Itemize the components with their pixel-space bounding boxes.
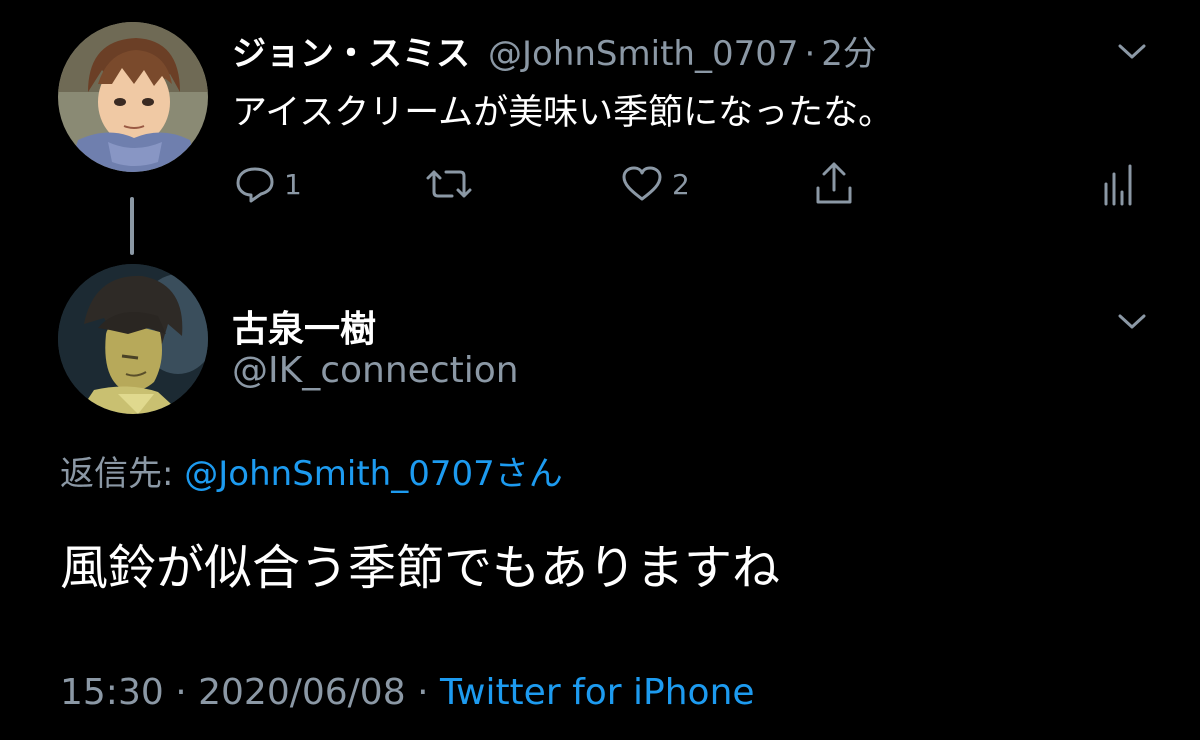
reply-button[interactable]: 1 <box>234 164 302 204</box>
parent-time-ago[interactable]: 2分 <box>821 26 877 75</box>
tweet-date: 2020/06/08 <box>198 672 406 713</box>
avatar-image <box>58 22 208 172</box>
parent-tweet-text: アイスクリームが美味い季節になったな。 <box>232 93 894 133</box>
separator-dot: · <box>804 34 816 74</box>
like-button[interactable]: 2 <box>620 164 690 204</box>
more-options-chevron-icon[interactable] <box>1114 310 1150 334</box>
thread-connector-line <box>130 197 134 255</box>
avatar-image <box>58 264 208 414</box>
more-options-chevron-icon[interactable] <box>1114 40 1150 64</box>
retweet-icon <box>426 170 472 198</box>
avatar-koizumi[interactable] <box>58 264 208 414</box>
share-button[interactable] <box>812 160 856 208</box>
reply-handle[interactable]: @IK_connection <box>232 350 519 391</box>
analytics-button[interactable] <box>1100 162 1136 208</box>
replying-to-label: 返信先: <box>60 454 185 494</box>
reply-icon <box>236 167 274 203</box>
retweet-button[interactable] <box>424 164 474 204</box>
like-count: 2 <box>672 167 690 201</box>
analytics-icon <box>1104 164 1132 206</box>
parent-display-name[interactable]: ジョン・スミス <box>232 26 470 75</box>
heart-icon <box>622 166 662 201</box>
reply-display-name[interactable]: 古泉一樹 <box>232 300 376 352</box>
tweet-meta-row: 15:30 · 2020/06/08 · Twitter for iPhone <box>60 672 755 713</box>
tweet-time: 15:30 <box>60 672 164 713</box>
tweet-client-link[interactable]: Twitter for iPhone <box>440 672 755 713</box>
replying-to-mention-link[interactable]: @JohnSmith_0707さん <box>184 454 562 494</box>
parent-handle[interactable]: @JohnSmith_0707 <box>488 34 798 74</box>
share-icon <box>816 162 852 204</box>
reply-count: 1 <box>284 167 302 201</box>
separator-dot: · <box>417 672 429 713</box>
separator-dot: · <box>175 672 187 713</box>
reply-tweet-text: 風鈴が似合う季節でもありますね <box>60 540 781 596</box>
replying-to-line: 返信先: @JohnSmith_0707さん <box>60 446 563 495</box>
avatar-john-smith[interactable] <box>58 22 208 172</box>
parent-author-row: ジョン・スミス @JohnSmith_0707 · 2分 <box>232 26 877 76</box>
